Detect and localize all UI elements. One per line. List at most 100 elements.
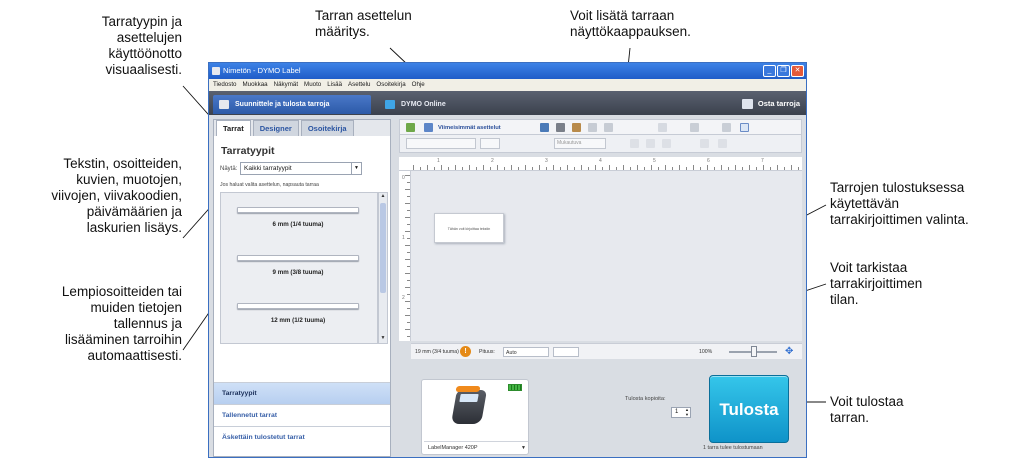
ruler-tick: [560, 167, 561, 170]
ruler-tick: [742, 167, 743, 170]
list-item[interactable]: 9 mm (3/8 tuuma): [237, 255, 359, 276]
label-list-scrollbar[interactable]: ▲ ▼: [378, 192, 388, 344]
tab-designer[interactable]: Designer: [252, 120, 299, 136]
vertical-align-icon[interactable]: [718, 139, 727, 148]
ruler-tick: [784, 167, 785, 170]
align-icon[interactable]: [722, 123, 731, 132]
globe-icon: [385, 100, 395, 109]
menu-format[interactable]: Muoto: [304, 79, 321, 91]
ruler-tick: [407, 210, 410, 211]
underline-icon[interactable]: [662, 139, 671, 148]
callout-address-book: Lempiosoitteiden tai muiden tietojen tal…: [61, 284, 182, 363]
ruler-tick: [448, 167, 449, 170]
tab-design-print[interactable]: Suunnittele ja tulosta tarroja: [213, 95, 371, 114]
tab-address-book[interactable]: Osoitekirja: [300, 120, 354, 136]
tab-dymo-online-label: DYMO Online: [401, 101, 446, 108]
nav-label-types[interactable]: Tarratyypit: [214, 382, 390, 404]
save-icon[interactable]: [540, 123, 549, 132]
tab-design-print-label: Suunnittele ja tulosta tarroja: [235, 101, 330, 108]
print-button[interactable]: Tulosta: [709, 375, 789, 443]
ruler-tick: [693, 165, 694, 170]
ruler-tick: [665, 165, 666, 170]
ruler-tick: [658, 167, 659, 170]
ruler-tick: [553, 165, 554, 170]
menu-address-book[interactable]: Osoitekirja: [376, 79, 405, 91]
list-item[interactable]: 6 mm (1/4 tuuma): [237, 207, 359, 228]
ruler-number: 5: [653, 158, 656, 164]
ruler-tick: [497, 165, 498, 170]
label-preview[interactable]: Tähän voit kirjoittaa tekstin: [434, 213, 504, 243]
label-strip-image: [237, 303, 359, 309]
editor-status-row: 19 mm (3/4 tuuma) ! Pituus: Auto 100% ✥: [411, 343, 802, 359]
scroll-down-icon[interactable]: ▼: [379, 335, 387, 343]
tab-labels[interactable]: Tarrat: [216, 120, 251, 136]
bold-icon[interactable]: [630, 139, 639, 148]
menu-insert[interactable]: Lisää: [327, 79, 342, 91]
font-family-select[interactable]: [406, 138, 476, 149]
ruler-tick: [407, 322, 410, 323]
font-size-select[interactable]: [480, 138, 500, 149]
show-filter-select[interactable]: Kaikki tarratyypit ▼: [240, 162, 362, 175]
ruler-tick: [567, 165, 568, 170]
recent-layouts-button[interactable]: Viimeisimmät asettelut: [438, 120, 501, 136]
ruler-number: 3: [545, 158, 548, 164]
text-align-icon[interactable]: [700, 139, 709, 148]
printer-selector[interactable]: LabelManager 420P ▼: [421, 379, 529, 455]
close-button[interactable]: ✕: [791, 65, 804, 77]
zoom-slider[interactable]: [729, 346, 777, 357]
label-types-heading: Tarratyypit: [221, 145, 275, 157]
stepper-arrows-icon[interactable]: ▲ ▼: [685, 407, 689, 417]
chevron-down-icon: ▼: [521, 445, 526, 451]
copies-stepper[interactable]: 1 ▲ ▼: [671, 407, 691, 418]
frame-icon[interactable]: [740, 123, 749, 132]
tab-dymo-online[interactable]: DYMO Online: [379, 95, 459, 114]
ruler-tick: [407, 196, 410, 197]
autofit-select[interactable]: Mukautuva: [554, 138, 606, 149]
menu-layout[interactable]: Asettelu: [348, 79, 370, 91]
ruler-tick: [707, 165, 708, 170]
warning-icon[interactable]: !: [460, 346, 471, 357]
label-canvas[interactable]: [411, 171, 802, 341]
minimize-button[interactable]: _: [763, 65, 776, 77]
nav-saved-labels[interactable]: Tallennetut tarrat: [214, 404, 390, 426]
ruler-tick: [546, 167, 547, 170]
zoom-slider-knob[interactable]: [751, 346, 757, 357]
layout-icon[interactable]: [424, 123, 433, 132]
menu-file[interactable]: Tiedosto: [213, 79, 237, 91]
zoom-fit-icon[interactable]: ✥: [785, 346, 796, 357]
ruler-tick: [405, 259, 410, 260]
ruler-tick: [770, 167, 771, 170]
maximize-button[interactable]: ❐: [777, 65, 790, 77]
zoom-level: 100%: [699, 349, 713, 355]
printer-select[interactable]: LabelManager 420P ▼: [424, 441, 528, 453]
ruler-tick: [651, 165, 652, 170]
undo-icon[interactable]: [588, 123, 597, 132]
menu-view[interactable]: Näkymät: [274, 79, 298, 91]
scroll-up-icon[interactable]: ▲: [379, 193, 387, 201]
italic-icon[interactable]: [646, 139, 655, 148]
redo-icon[interactable]: [604, 123, 613, 132]
dymo-label-window: Nimetön - DYMO Label _ ❐ ✕ Tiedosto Muok…: [208, 62, 807, 458]
ruler-tick: [798, 167, 799, 170]
insert-icon[interactable]: [406, 123, 415, 132]
ruler-tick: [455, 165, 456, 170]
ruler-tick: [721, 165, 722, 170]
menu-bar: Tiedosto Muokkaa Näkymät Muoto Lisää Ase…: [209, 79, 806, 91]
scroll-thumb[interactable]: [380, 203, 386, 293]
zoom-fit-icon[interactable]: [658, 123, 667, 132]
menu-help[interactable]: Ohje: [412, 79, 425, 91]
ruler-tick: [405, 287, 410, 288]
list-item[interactable]: 12 mm (1/2 tuuma): [237, 303, 359, 324]
length-select[interactable]: Auto: [503, 347, 549, 357]
ruler-tick: [588, 167, 589, 170]
menu-edit[interactable]: Muokkaa: [243, 79, 268, 91]
ruler-tick: [405, 273, 410, 274]
print-icon[interactable]: [556, 123, 565, 132]
length-value-input[interactable]: [553, 347, 579, 357]
buy-labels-link[interactable]: Osta tarroja: [741, 99, 800, 109]
label-size-caption: 9 mm (3/8 tuuma): [272, 269, 324, 276]
screenshot-icon[interactable]: [690, 123, 699, 132]
nav-recently-printed[interactable]: Äskettäin tulostetut tarrat: [214, 426, 390, 448]
paste-icon[interactable]: [572, 123, 581, 132]
format-toolbar: Mukautuva: [399, 135, 802, 153]
